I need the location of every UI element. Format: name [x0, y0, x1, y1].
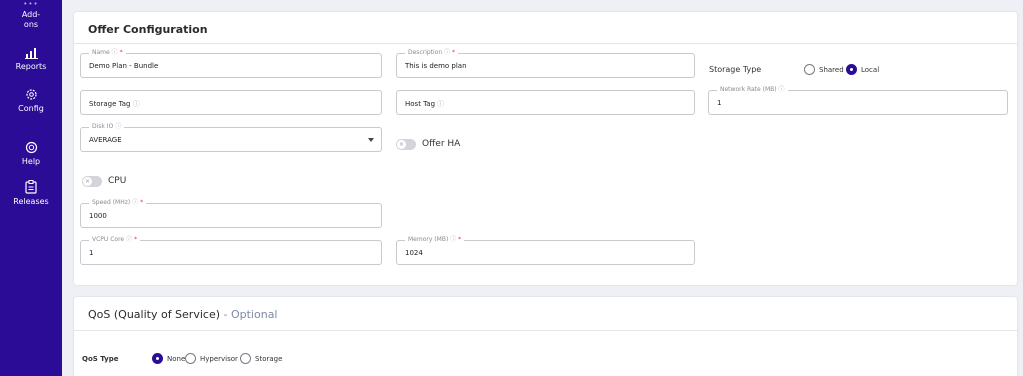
network-rate-value: 1 — [717, 99, 722, 107]
divider — [74, 43, 1017, 44]
sidebar-item-config[interactable]: Config — [0, 88, 62, 114]
qos-card: QoS (Quality of Service) - Optional QoS … — [74, 297, 1017, 376]
speed-value: 1000 — [89, 212, 107, 220]
info-icon: ⓘ — [437, 100, 445, 108]
qos-none-radio[interactable] — [152, 353, 163, 364]
host-tag-field[interactable]: Host Tag ⓘ — [396, 90, 695, 115]
storage-tag-placeholder: Storage Tag ⓘ — [89, 100, 140, 108]
dots-icon: ••• — [23, 0, 39, 8]
info-icon: ⓘ — [132, 100, 140, 108]
bar-chart-icon — [24, 48, 38, 59]
sidebar-item-label: Help — [21, 157, 41, 166]
info-icon: ⓘ — [132, 199, 139, 206]
cpu-toggle[interactable]: × — [82, 176, 102, 187]
vcpu-value: 1 — [89, 249, 94, 257]
description-value: This is demo plan — [405, 62, 467, 70]
offer-ha-label: Offer HA — [422, 139, 461, 149]
radio-label: Hypervisor — [200, 355, 238, 363]
vcpu-core-field[interactable]: VCPU Core ⓘ * 1 — [80, 235, 382, 265]
qos-title: QoS (Quality of Service) - Optional — [88, 308, 278, 321]
storage-local-radio[interactable] — [846, 64, 857, 75]
radio-label: Storage — [255, 355, 283, 363]
storage-tag-field[interactable]: Storage Tag ⓘ — [80, 90, 382, 115]
info-icon: ⓘ — [115, 123, 122, 130]
qos-type-label: QoS Type — [82, 355, 119, 363]
required-marker: * — [133, 236, 137, 243]
info-icon: ⓘ — [778, 86, 785, 93]
memory-value: 1024 — [405, 249, 423, 257]
field-label: Network Rate (MB) ⓘ — [717, 85, 788, 95]
network-rate-field[interactable]: Network Rate (MB) ⓘ 1 — [708, 85, 1008, 115]
required-marker: * — [458, 236, 462, 243]
name-field[interactable]: Name ⓘ * Demo Plan - Bundle — [80, 48, 382, 78]
required-marker: * — [119, 49, 123, 56]
sidebar-item-label: Reports — [15, 62, 47, 71]
offer-configuration-card: Offer Configuration Name ⓘ * Demo Plan -… — [74, 12, 1017, 285]
info-icon: ⓘ — [450, 236, 457, 243]
sidebar-item-reports[interactable]: Reports — [0, 47, 62, 72]
close-icon: × — [83, 177, 92, 186]
name-value: Demo Plan - Bundle — [89, 62, 159, 70]
storage-shared-radio[interactable] — [804, 64, 815, 75]
offer-ha-toggle[interactable]: × — [396, 139, 416, 150]
qos-storage-radio[interactable] — [240, 353, 251, 364]
description-field[interactable]: Description ⓘ * This is demo plan — [396, 48, 695, 78]
memory-field[interactable]: Memory (MB) ⓘ * 1024 — [396, 235, 695, 265]
sidebar-item-label: Config — [18, 104, 44, 113]
divider — [74, 330, 1017, 331]
clipboard-icon — [25, 180, 37, 194]
required-marker: * — [140, 199, 144, 206]
sidebar-item-addons[interactable]: Add- ons — [0, 10, 62, 30]
chevron-down-icon — [368, 138, 374, 142]
disk-io-value: AVERAGE — [89, 136, 122, 144]
radio-label: Shared — [819, 66, 844, 74]
info-icon: ⓘ — [444, 49, 451, 56]
qos-hypervisor-radio[interactable] — [185, 353, 196, 364]
gear-icon — [25, 89, 37, 100]
card-title: Offer Configuration — [88, 23, 208, 36]
close-icon: × — [397, 140, 406, 149]
field-label: VCPU Core ⓘ * — [89, 235, 140, 245]
storage-type-label: Storage Type — [709, 65, 762, 74]
info-icon: ⓘ — [111, 49, 118, 56]
sidebar: ••• Add- ons Reports Config Help Release… — [0, 0, 62, 376]
field-label: Description ⓘ * — [405, 48, 459, 58]
disk-io-select[interactable]: Disk IO ⓘ AVERAGE — [80, 122, 382, 152]
cpu-label: CPU — [108, 176, 127, 186]
field-label: Disk IO ⓘ — [89, 122, 125, 132]
radio-label: Local — [861, 66, 880, 74]
info-icon: ⓘ — [126, 236, 133, 243]
sidebar-item-label: Add- ons — [21, 10, 41, 29]
sidebar-item-help[interactable]: Help — [0, 141, 62, 167]
speed-field[interactable]: Speed (MHz) ⓘ * 1000 — [80, 198, 382, 228]
sidebar-item-releases[interactable]: Releases — [0, 180, 62, 207]
radio-label: None — [167, 355, 186, 363]
host-tag-placeholder: Host Tag ⓘ — [405, 100, 445, 108]
required-marker: * — [452, 49, 456, 56]
lifebuoy-icon — [25, 141, 37, 154]
field-label: Memory (MB) ⓘ * — [405, 235, 465, 245]
field-label: Speed (MHz) ⓘ * — [89, 198, 147, 208]
field-label: Name ⓘ * — [89, 48, 126, 58]
sidebar-item-label: Releases — [13, 197, 49, 206]
